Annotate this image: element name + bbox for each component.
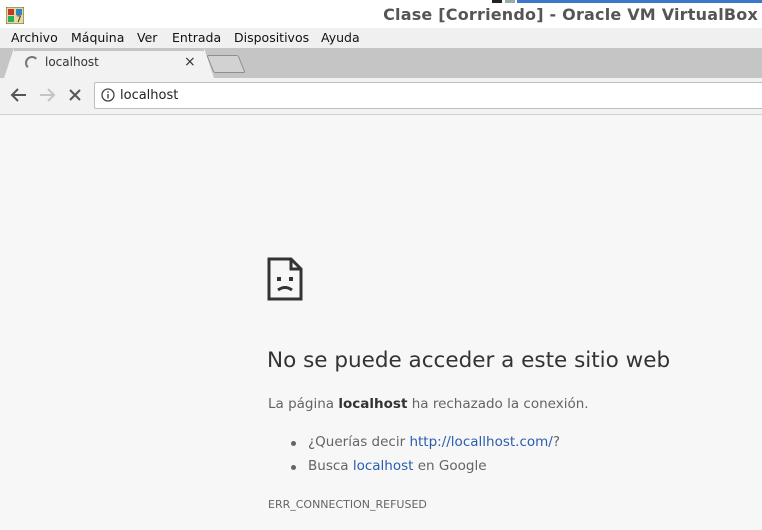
forward-icon[interactable] [36, 84, 58, 106]
info-icon[interactable] [101, 88, 115, 102]
desktop-edge-blue [517, 0, 762, 3]
loading-spinner-icon [25, 56, 39, 70]
suggestion2-prefix: Busca [308, 458, 353, 474]
tab-title: localhost [45, 55, 99, 69]
menu-archivo[interactable]: Archivo [11, 30, 58, 45]
error-description: La página localhost ha rechazado la cone… [268, 396, 589, 412]
menu-entrada[interactable]: Entrada [172, 30, 221, 45]
stop-icon[interactable] [64, 84, 86, 106]
desktop-edge [492, 0, 502, 3]
tab-close-button[interactable]: × [184, 54, 196, 70]
error-desc-host: localhost [338, 396, 408, 412]
sad-page-icon [267, 257, 303, 301]
back-icon[interactable] [8, 84, 30, 106]
suggestion2-link[interactable]: localhost [353, 458, 414, 474]
menu-maquina[interactable]: Máquina [71, 30, 124, 45]
menu-ver[interactable]: Ver [137, 30, 157, 45]
suggestion2-suffix: en Google [413, 458, 487, 474]
error-desc-suffix: ha rechazado la conexión. [407, 396, 589, 412]
address-bar[interactable] [94, 82, 762, 109]
error-code: ERR_CONNECTION_REFUSED [268, 498, 427, 511]
address-bar-url[interactable]: localhost [120, 88, 178, 103]
bullet-2 [291, 465, 296, 470]
suggestion-did-you-mean: ¿Querías decir http://locallhost.com/? [308, 434, 560, 450]
menu-ayuda[interactable]: Ayuda [321, 30, 360, 45]
suggestion1-prefix: ¿Querías decir [308, 434, 410, 450]
error-desc-prefix: La página [268, 396, 339, 412]
tab-localhost[interactable] [12, 51, 206, 78]
desktop-edge-grey [505, 0, 515, 3]
window-title: Clase [Corriendo] - Oracle VM VirtualBox [383, 5, 758, 24]
suggestion1-link[interactable]: http://locallhost.com/ [409, 434, 552, 450]
new-tab-button[interactable] [206, 55, 246, 73]
error-heading: No se puede acceder a este sitio web [267, 348, 671, 373]
bullet-1 [291, 441, 296, 446]
suggestion-search: Busca localhost en Google [308, 458, 487, 474]
menu-dispositivos[interactable]: Dispositivos [234, 30, 309, 45]
suggestion1-suffix: ? [552, 434, 561, 450]
